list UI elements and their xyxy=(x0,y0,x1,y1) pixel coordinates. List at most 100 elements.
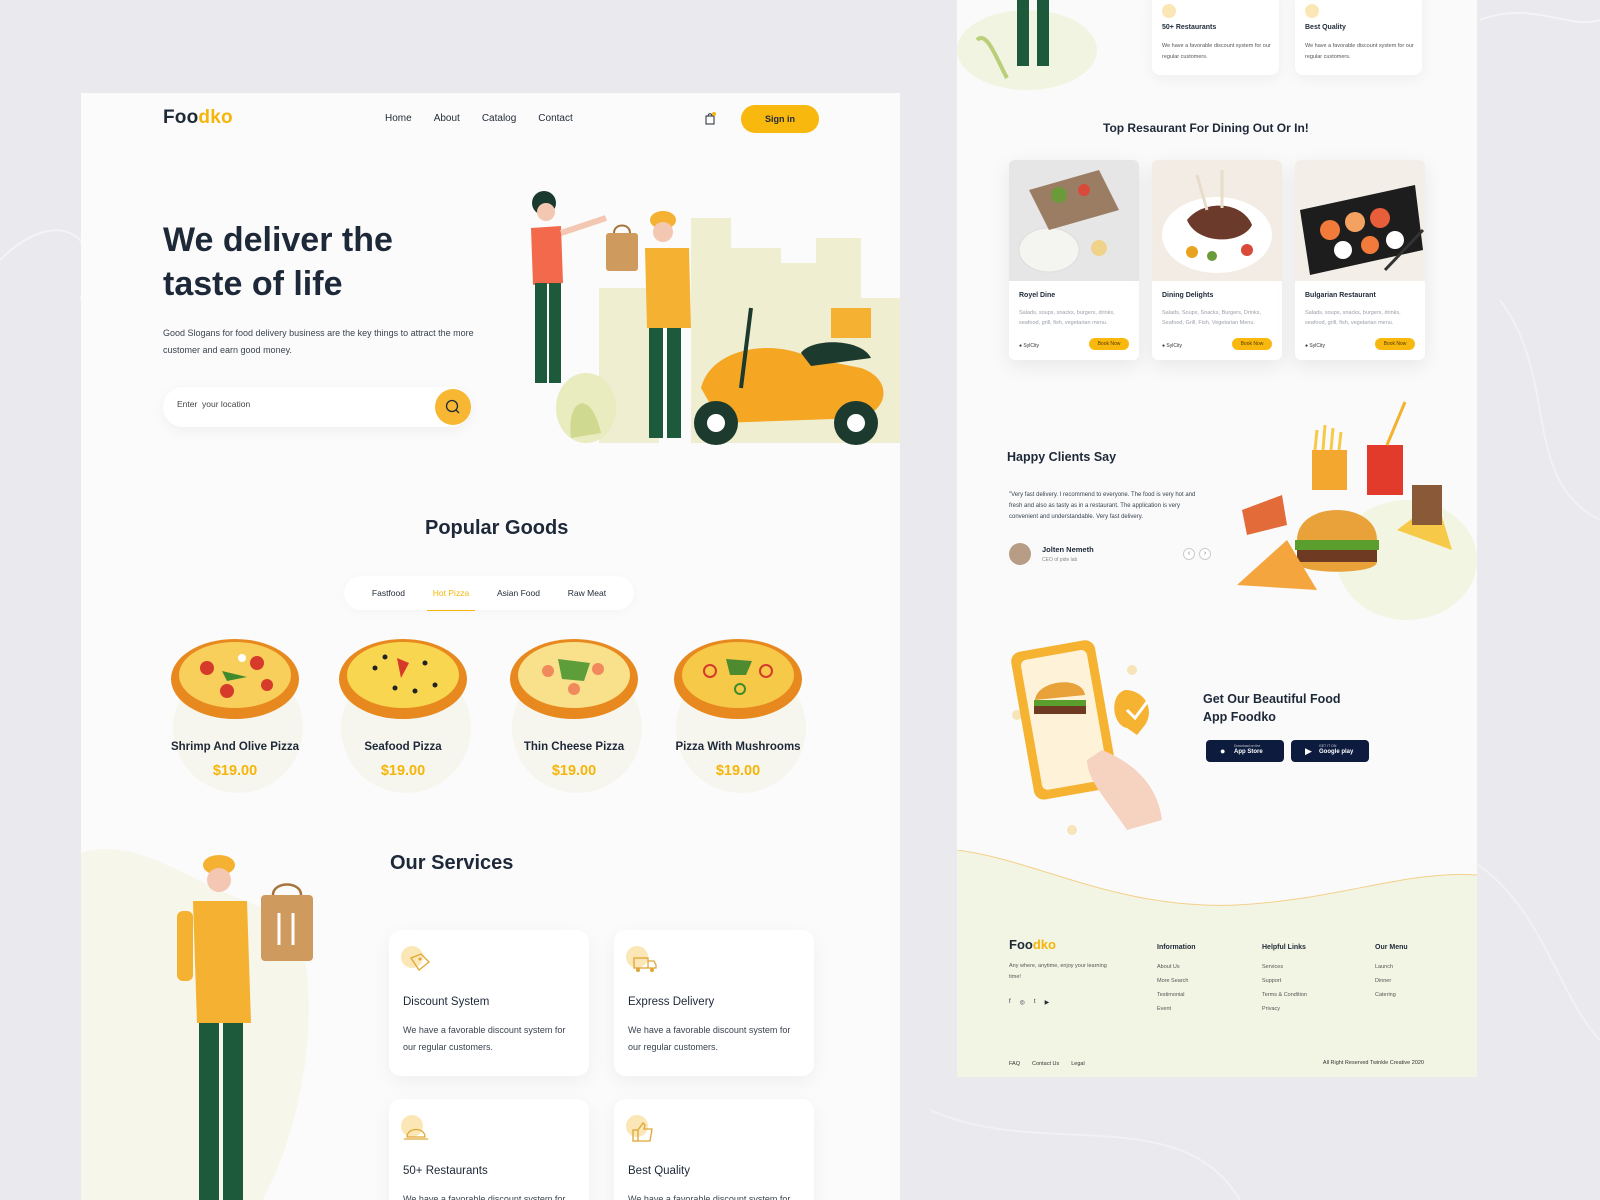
hero-subtitle: Good Slogans for food delivery business … xyxy=(163,328,474,355)
search-button[interactable] xyxy=(435,389,471,425)
footer-link[interactable]: Support xyxy=(1262,978,1307,984)
service-title: Best Quality xyxy=(628,1165,690,1177)
delivery-illustration xyxy=(531,191,900,445)
nav-link-contact[interactable]: Contact xyxy=(538,113,572,124)
delivery-truck-icon xyxy=(626,946,657,972)
footer-about: Any where, anytime, enjoy your learning … xyxy=(1009,963,1107,980)
location-pin-icon: ● xyxy=(1019,343,1023,349)
service-description: We have a favorable discount system for … xyxy=(403,1194,566,1200)
tab-hot-pizza[interactable]: Hot Pizza xyxy=(426,584,476,611)
youtube-icon[interactable]: ▶ xyxy=(1045,999,1050,1006)
service-card: Best Quality We have a favorable discoun… xyxy=(614,1099,814,1200)
service-description: We have a favorable discount system for … xyxy=(1305,43,1414,60)
shopping-bag-icon[interactable] xyxy=(703,111,717,125)
testimonial-quote: "Very fast delivery. I recommend to ever… xyxy=(1009,492,1196,520)
facebook-icon[interactable]: f xyxy=(1009,999,1011,1006)
thumbs-up-icon xyxy=(1305,4,1319,18)
popular-goods-title: Popular Goods xyxy=(425,517,569,539)
restaurant-card: Bulgarian Restaurant Salads, soups, snac… xyxy=(1295,160,1425,360)
product-name: Shrimp And Olive Pizza xyxy=(170,741,300,753)
footer-link[interactable]: Terms & Condition xyxy=(1262,992,1307,998)
hero-title: We deliver the taste of life xyxy=(163,221,393,303)
delivery-man-legs-illustration xyxy=(957,0,1097,90)
service-title: Best Quality xyxy=(1305,24,1346,31)
footer-column-our-menu: Our Menu Launch Dinner Catering xyxy=(1375,944,1408,1006)
product-card[interactable]: Seafood Pizza $19.00 xyxy=(321,633,485,813)
faq-link[interactable]: FAQ xyxy=(1009,1061,1020,1067)
restaurant-name: Royel Dine xyxy=(1019,292,1056,299)
footer-link[interactable]: Event xyxy=(1157,1006,1196,1012)
footer-link[interactable]: Catering xyxy=(1375,992,1408,998)
restaurant-image xyxy=(1152,160,1282,281)
restaurant-image xyxy=(1295,160,1425,281)
product-card[interactable]: Pizza With Mushrooms $19.00 xyxy=(656,633,820,813)
our-services-title: Our Services xyxy=(390,852,514,874)
main-nav: Home About Catalog Contact xyxy=(385,113,573,124)
footer-bottom-links: FAQ Contact Us Legal xyxy=(1009,1061,1085,1067)
next-arrow-button[interactable]: › xyxy=(1199,548,1211,560)
product-card[interactable]: Thin Cheese Pizza $19.00 xyxy=(492,633,656,813)
instagram-icon[interactable]: ◎ xyxy=(1020,999,1025,1006)
footer-link[interactable]: Testimonial xyxy=(1157,992,1196,998)
book-now-button[interactable]: Book Now xyxy=(1232,338,1272,350)
location-pin-icon: ● xyxy=(1305,343,1309,349)
sign-in-button[interactable]: Sign in xyxy=(741,105,819,133)
service-card: Discount System We have a favorable disc… xyxy=(389,930,589,1076)
tab-asian-food[interactable]: Asian Food xyxy=(493,584,544,602)
footer-link[interactable]: Launch xyxy=(1375,964,1408,970)
location-input[interactable] xyxy=(177,399,417,409)
google-play-button[interactable]: ▶ GET IT ON Google play xyxy=(1291,740,1369,762)
service-card-mini: Best Quality We have a favorable discoun… xyxy=(1295,0,1422,75)
footer-link[interactable]: More Search xyxy=(1157,978,1196,984)
restaurant-description: Salads, soups, snacks, burgers, drinks, … xyxy=(1019,310,1115,326)
tab-raw-meat[interactable]: Raw Meat xyxy=(564,584,610,602)
service-card: Express Delivery We have a favorable dis… xyxy=(614,930,814,1076)
footer-heading: Helpful Links xyxy=(1262,944,1306,951)
tab-fastfood[interactable]: Fastfood xyxy=(368,584,409,602)
service-card-mini: 50+ Restaurants We have a favorable disc… xyxy=(1152,0,1279,75)
product-price: $19.00 xyxy=(380,763,426,779)
top-restaurants-title: Top Resaurant For Dining Out Or In! xyxy=(1103,121,1309,135)
footer-link[interactable]: Services xyxy=(1262,964,1307,970)
product-card[interactable]: Shrimp And Olive Pizza $19.00 xyxy=(153,633,317,813)
product-price: $19.00 xyxy=(212,763,258,779)
restaurant-card: Dining Delights Salads, Soups, Snacks, B… xyxy=(1152,160,1282,360)
footer-link[interactable]: Privacy xyxy=(1262,1006,1307,1012)
cloche-icon xyxy=(1162,4,1176,18)
cloche-icon xyxy=(401,1115,428,1140)
app-promo-title: Get Our Beautiful Food App Foodko xyxy=(1203,692,1341,724)
footer-heading: Our Menu xyxy=(1375,944,1408,951)
book-now-button[interactable]: Book Now xyxy=(1375,338,1415,350)
landing-page-continued: 50+ Restaurants We have a favorable disc… xyxy=(957,0,1477,1077)
nav-link-about[interactable]: About xyxy=(434,113,460,124)
avatar xyxy=(1009,543,1031,565)
pizza-image xyxy=(339,639,467,719)
restaurant-description: Salads, soups, snacks, burgers, drinks, … xyxy=(1305,310,1401,326)
copyright: All Right Reserved Twinkle Creative 2020 xyxy=(1322,1060,1424,1066)
service-description: We have a favorable discount system for … xyxy=(628,1194,791,1200)
service-title: 50+ Restaurants xyxy=(1162,24,1217,31)
brand-logo[interactable]: Foodko xyxy=(163,107,233,129)
twitter-icon[interactable]: t xyxy=(1034,999,1036,1006)
service-description: We have a favorable discount system for … xyxy=(1162,43,1271,60)
contact-us-link[interactable]: Contact Us xyxy=(1032,1061,1059,1067)
social-links: f ◎ t ▶ xyxy=(1009,999,1049,1006)
prev-arrow-button[interactable]: ‹ xyxy=(1183,548,1195,560)
restaurant-location: ● SylCity xyxy=(1162,343,1182,349)
app-store-button[interactable]: ● Download on the App Store xyxy=(1206,740,1284,762)
restaurant-name: Bulgarian Restaurant xyxy=(1305,292,1376,299)
nav-link-home[interactable]: Home xyxy=(385,113,412,124)
discount-tag-icon xyxy=(401,946,430,971)
footer-link[interactable]: Dinner xyxy=(1375,978,1408,984)
testimonial-title: Happy Clients Say xyxy=(1007,450,1117,464)
pizza-image xyxy=(171,639,299,719)
legal-link[interactable]: Legal xyxy=(1071,1061,1084,1067)
product-name: Pizza With Mushrooms xyxy=(675,741,801,753)
book-now-button[interactable]: Book Now xyxy=(1089,338,1129,350)
footer-column-information: Information About Us More Search Testimo… xyxy=(1157,944,1196,1020)
nav-link-catalog[interactable]: Catalog xyxy=(482,113,516,124)
footer-logo[interactable]: Foodko xyxy=(1009,937,1056,952)
service-title: Express Delivery xyxy=(628,996,715,1008)
footer-link[interactable]: About Us xyxy=(1157,964,1196,970)
product-price: $19.00 xyxy=(715,763,761,779)
